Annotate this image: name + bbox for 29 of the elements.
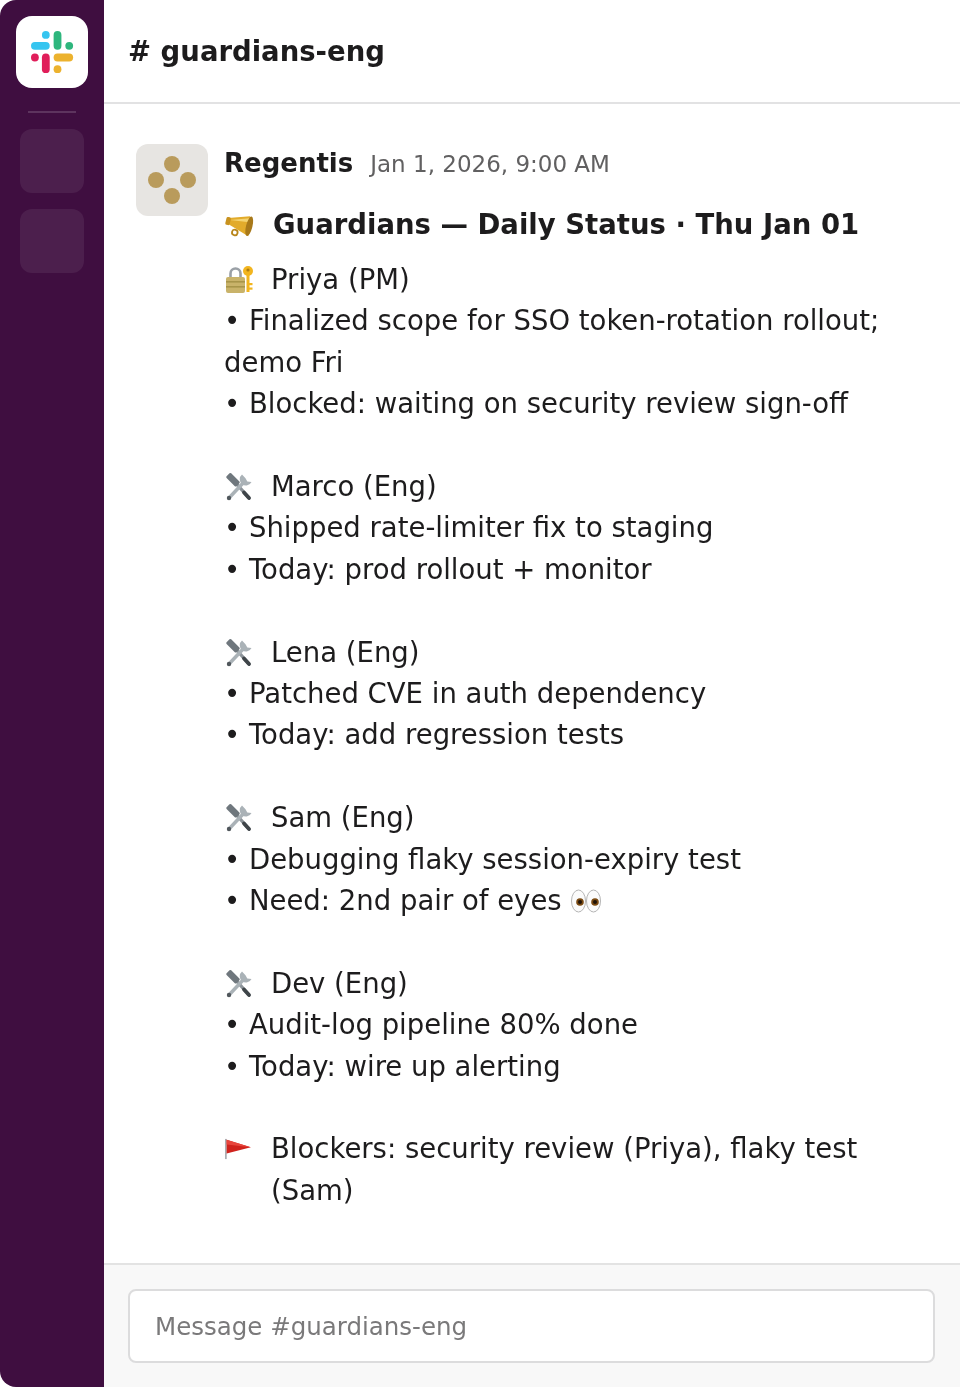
hammer-wrench-icon	[224, 802, 254, 833]
bullet-text: • Audit-log pipeline 80% done	[224, 1008, 638, 1041]
person-heading: Lena (Eng)	[271, 634, 420, 670]
person-heading: Dev (Eng)	[271, 965, 408, 1001]
message-input[interactable]: Message #guardians-eng	[128, 1289, 935, 1363]
avatar-icon	[136, 144, 208, 216]
bullet-text: • Blocked: waiting on security review sign-off	[224, 387, 849, 420]
app-logo-icon[interactable]	[16, 16, 88, 88]
person-heading: Priya (PM)	[271, 262, 410, 297]
hammer-wrench-icon	[224, 967, 254, 998]
padlock-key-icon	[224, 264, 254, 294]
author-name: Regentis	[224, 147, 354, 180]
hammer-wrench-icon	[224, 471, 254, 501]
bullet-text: • Today: add regression tests	[224, 718, 625, 751]
blockers-summary: Blockers: security review (Priya), flaky test (Sam)	[271, 1131, 859, 1208]
person-heading: Sam (Eng)	[271, 800, 415, 836]
bullet-text: • Patched CVE in auth dependency	[224, 677, 707, 710]
channel-title: # guardians-eng	[128, 34, 385, 69]
bullet-text: • Debugging flaky session-expiry test	[224, 842, 741, 875]
person-heading: Marco (Eng)	[271, 469, 437, 504]
bullet-text: • Today: prod rollout + monitor	[224, 552, 652, 585]
hammer-wrench-icon	[224, 636, 254, 667]
flag-icon	[224, 1138, 252, 1161]
message-time: Jan 1, 2026, 9:00 AM	[370, 150, 610, 179]
bullet-text: • Need: 2nd pair of eyes	[224, 884, 562, 917]
bullet-text: • Shipped rate-limiter fix to staging	[224, 511, 714, 544]
bullet-text: • Today: wire up alerting	[224, 1049, 561, 1082]
bullet-text: • Finalized scope for SSO token-rotation rollout; demo Fri	[224, 304, 880, 378]
message-headline: Guardians — Daily Status · Thu Jan 01	[273, 208, 860, 240]
